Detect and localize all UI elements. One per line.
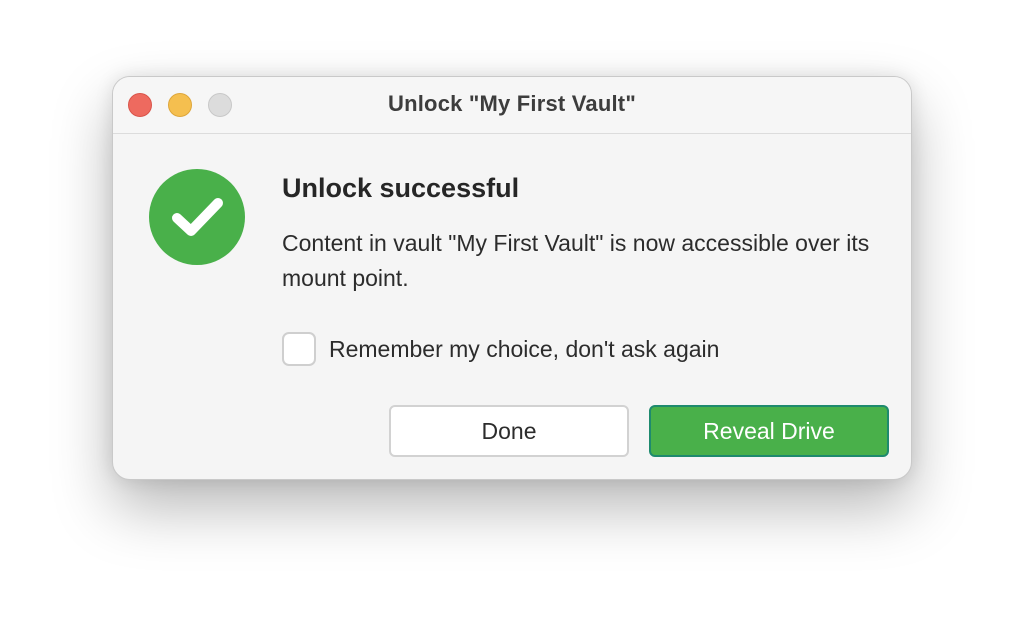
remember-choice-label[interactable]: Remember my choice, don't ask again [329, 336, 719, 363]
unlock-dialog-window: Unlock "My First Vault" Unlock successfu… [112, 76, 912, 480]
window-title: Unlock "My First Vault" [388, 91, 636, 116]
title-bar: Unlock "My First Vault" [113, 77, 911, 134]
checkmark-circle-icon [149, 169, 245, 265]
remember-choice-row[interactable]: Remember my choice, don't ask again [282, 331, 719, 367]
remember-choice-checkbox[interactable] [282, 332, 316, 366]
dialog-heading: Unlock successful [282, 173, 520, 203]
reveal-drive-button[interactable]: Reveal Drive [649, 405, 889, 457]
dialog-message: Content in vault "My First Vault" is now… [282, 230, 870, 291]
done-button[interactable]: Done [389, 405, 629, 457]
